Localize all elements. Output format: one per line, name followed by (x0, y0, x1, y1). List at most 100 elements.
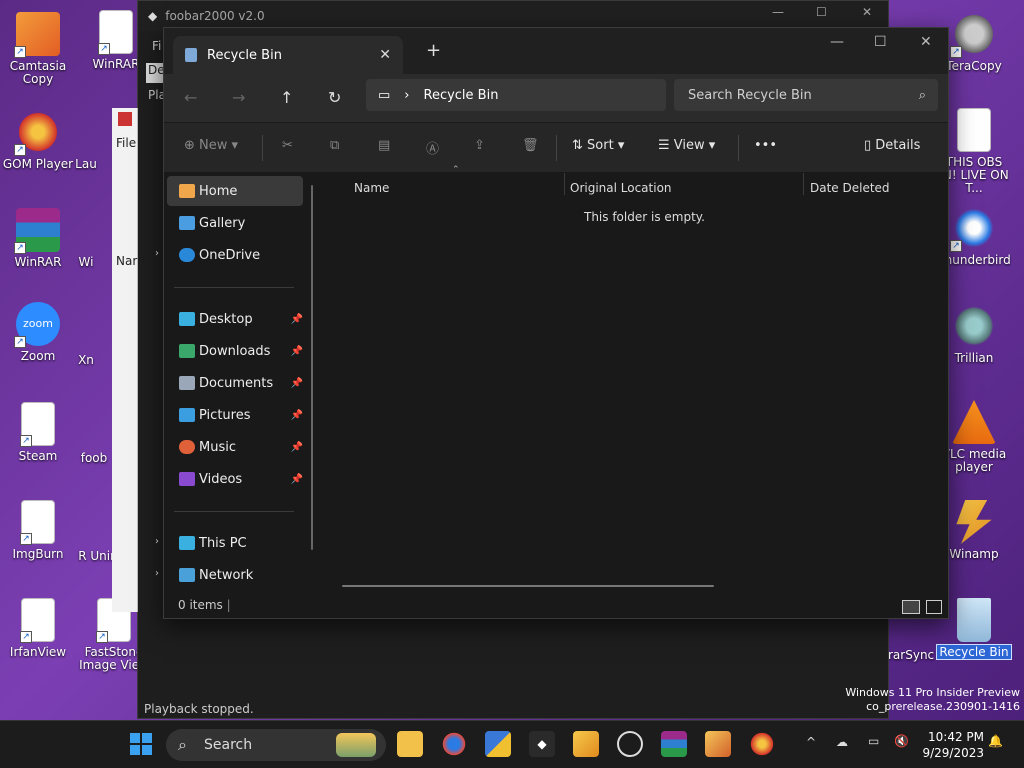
foobar-taskbar-icon[interactable]: ◆ (529, 731, 555, 757)
sort-button[interactable]: ⇅ Sort ▾ (572, 138, 624, 153)
details-button[interactable]: ▯ Details (864, 138, 920, 153)
nav-item-music[interactable]: Music 📌 (167, 432, 303, 462)
security-shield-icon[interactable] (485, 731, 511, 757)
nav-item-thispc[interactable]: › This PC (155, 528, 303, 558)
nav-item-documents[interactable]: Documents 📌 (167, 368, 303, 398)
image-viewer-icon[interactable] (705, 731, 731, 757)
desktop-icon-label: Xn (78, 353, 94, 367)
tab-recycle-bin[interactable]: Recycle Bin ✕ (173, 36, 403, 74)
desktop-icon-steam[interactable]: ↗ Steam (0, 402, 76, 463)
pin-icon[interactable]: 📌 (291, 410, 303, 421)
chevron-right-icon[interactable]: › (155, 536, 159, 547)
close-tab-icon[interactable]: ✕ (379, 47, 391, 63)
desktop-icon-label: foob (80, 451, 108, 465)
maximize-icon[interactable]: ☐ (874, 34, 887, 50)
column-header-original-location[interactable]: Original Location (570, 181, 672, 195)
start-button[interactable] (130, 733, 152, 755)
tab-bar: Recycle Bin ✕ + — ☐ ✕ (164, 28, 948, 74)
search-input[interactable]: Search Recycle Bin ⌕ (674, 79, 938, 111)
nav-item-desktop[interactable]: Desktop 📌 (167, 304, 303, 334)
winrar-icon: ↗ (14, 208, 60, 254)
new-tab-icon[interactable]: + (426, 40, 441, 61)
view-button[interactable]: ☰ View ▾ (658, 138, 715, 153)
copy-icon[interactable]: ⧉ (330, 138, 339, 153)
nav-item-pictures[interactable]: Pictures 📌 (167, 400, 303, 430)
rename-icon[interactable]: Ⓐ (426, 138, 439, 157)
maximize-icon[interactable]: ☐ (816, 5, 827, 19)
column-divider[interactable] (564, 173, 565, 195)
up-arrow-icon[interactable]: ↑ (280, 88, 293, 107)
breadcrumb-item[interactable]: Recycle Bin (424, 88, 499, 103)
pin-icon[interactable]: 📌 (291, 378, 303, 389)
tiles-view-icon[interactable] (926, 600, 942, 614)
forward-arrow-icon[interactable]: → (232, 88, 245, 107)
chevron-right-icon[interactable]: › (155, 568, 159, 579)
nav-item-downloads[interactable]: Downloads 📌 (167, 336, 303, 366)
obs-icon[interactable] (617, 731, 643, 757)
document-icon (957, 108, 991, 152)
gallery-icon (179, 216, 195, 230)
desktop-icon-camtasia[interactable]: ↗ Camtasia Copy (0, 12, 76, 86)
explorer-window[interactable]: Recycle Bin ✕ + — ☐ ✕ ← → ↑ ↻ ▭ › Recycl… (155, 27, 949, 619)
horizontal-scrollbar[interactable] (342, 585, 714, 587)
new-button[interactable]: ⊕ New ▾ (184, 138, 238, 153)
delete-icon[interactable]: 🗑 (522, 138, 539, 153)
network-icon (179, 568, 195, 582)
close-icon[interactable]: ✕ (862, 5, 872, 19)
back-arrow-icon[interactable]: ← (184, 88, 197, 107)
desktop-icon-partial[interactable]: Wi (66, 256, 106, 269)
desktop-icon-partial-rarsync[interactable]: rarSync (888, 648, 934, 662)
desktop-icon-winrar[interactable]: ↗ WinRAR (0, 208, 76, 269)
breadcrumb[interactable]: ▭ › Recycle Bin (366, 79, 666, 111)
minimize-icon[interactable]: — (830, 34, 844, 50)
nav-item-home[interactable]: Home (167, 176, 303, 206)
desktop-icon-gom[interactable]: ↗ GOM Player (0, 110, 76, 171)
zoom-icon: zoom ↗ (14, 302, 60, 348)
nav-item-gallery[interactable]: Gallery (167, 208, 303, 238)
desktop-icon-irfanview[interactable]: ↗ IrfanView (0, 598, 76, 659)
nav-item-network[interactable]: › Network (155, 560, 303, 590)
pin-icon[interactable]: 📌 (291, 442, 303, 453)
pin-icon[interactable]: 📌 (291, 474, 303, 485)
desktop-icon-partial[interactable]: Lau (66, 158, 106, 171)
desktop-icon-zoom[interactable]: zoom ↗ Zoom (0, 302, 76, 363)
column-header-name[interactable]: Name (354, 181, 389, 195)
share-icon[interactable]: ⇪ (474, 138, 485, 153)
close-icon[interactable]: ✕ (920, 34, 932, 50)
desktop-icon-partial[interactable]: Xn (66, 354, 106, 367)
desktop-icon-label: GOM Player (2, 157, 74, 171)
more-options-button[interactable]: ••• (754, 138, 777, 153)
system-clock[interactable]: 10:42 PM 9/29/2023 (922, 729, 984, 761)
minimize-icon[interactable]: — (772, 5, 784, 19)
foobar-menu-partial[interactable]: Fi (152, 39, 161, 53)
column-header-date-deleted[interactable]: Date Deleted (810, 181, 890, 195)
cut-icon[interactable]: ✂ (282, 138, 293, 153)
pin-icon[interactable]: 📌 (291, 346, 303, 357)
desktop-icon-imgburn[interactable]: ↗ ImgBurn (0, 500, 76, 561)
column-divider[interactable] (803, 173, 804, 195)
chevron-right-icon[interactable]: › (155, 248, 159, 259)
taskbar-search[interactable]: ⌕ Search (166, 729, 386, 761)
videos-icon (179, 472, 195, 486)
collapse-chevron-icon[interactable]: ⌃ (452, 165, 460, 175)
paste-icon[interactable]: ▤ (378, 138, 390, 153)
file-explorer-icon[interactable] (397, 731, 423, 757)
music-icon (179, 440, 195, 454)
details-view-icon[interactable] (902, 600, 920, 614)
pin-icon[interactable]: 📌 (291, 314, 303, 325)
nav-item-onedrive[interactable]: › OneDrive (155, 240, 303, 270)
desktop-icon-label: Lau (75, 157, 97, 171)
refresh-icon[interactable]: ↻ (328, 88, 341, 107)
network-status-icon[interactable]: ▭ (868, 734, 879, 748)
gom-taskbar-icon[interactable] (749, 731, 775, 757)
desktop-icon-partial[interactable]: foob (74, 452, 114, 465)
volume-muted-icon[interactable]: 🔇 (894, 734, 909, 748)
browser-icon[interactable] (441, 731, 467, 757)
nav-scrollbar[interactable] (311, 185, 313, 550)
chevron-up-icon[interactable]: ^ (806, 735, 816, 749)
notification-bell-icon[interactable]: 🔔 (988, 734, 1003, 748)
cloud-status-icon[interactable]: ☁ (836, 735, 848, 749)
winrar-taskbar-icon[interactable] (661, 731, 687, 757)
nav-item-videos[interactable]: Videos 📌 (167, 464, 303, 494)
winamp-taskbar-icon[interactable] (573, 731, 599, 757)
